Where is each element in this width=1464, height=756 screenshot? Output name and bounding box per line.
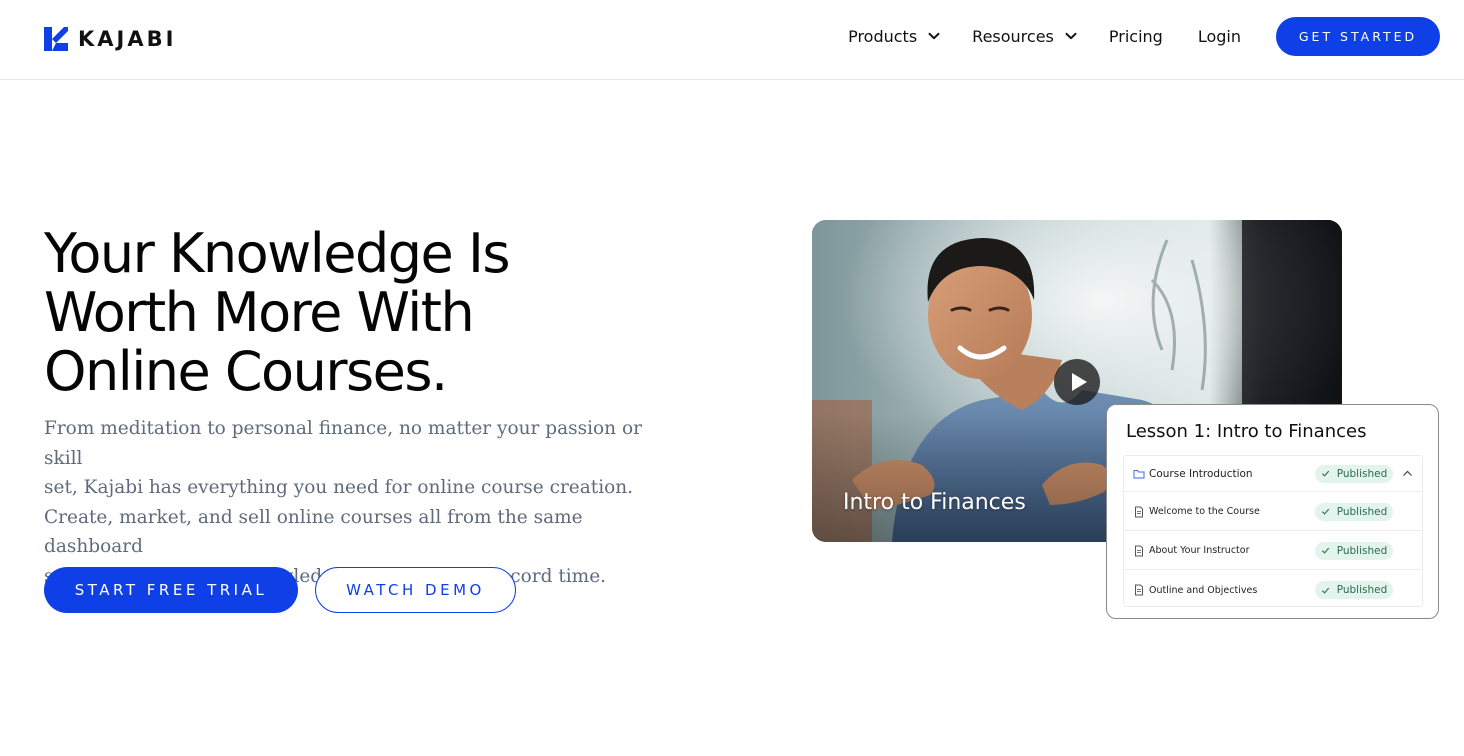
start-free-trial-button[interactable]: START FREE TRIAL [44, 567, 298, 613]
status-badge: Published [1315, 464, 1393, 483]
status-badge-label: Published [1336, 544, 1388, 557]
hero-title: Your Knowledge Is Worth More With Online… [44, 224, 604, 401]
hero-subtitle-line: Create, market, and sell online courses … [44, 506, 583, 558]
top-navigation: KAJABI Products Resources Pricing Login … [0, 0, 1464, 80]
lesson-row-label: Welcome to the Course [1149, 506, 1260, 517]
status-badge: Published [1315, 541, 1393, 560]
nav-item-resources-label: Resources [972, 26, 1054, 46]
lesson-row-welcome[interactable]: Welcome to the Course Published [1124, 493, 1422, 531]
nav-item-resources[interactable]: Resources [972, 27, 1077, 46]
check-icon [1321, 470, 1329, 477]
hero-subtitle-line: set, Kajabi has everything you need for … [44, 477, 634, 498]
lesson-row-course-introduction[interactable]: Course Introduction Published [1124, 456, 1422, 492]
check-icon [1321, 587, 1329, 594]
chevron-down-icon [1065, 32, 1077, 40]
status-badge: Published [1315, 502, 1393, 521]
check-icon [1321, 547, 1329, 554]
hero-subtitle: From meditation to personal finance, no … [44, 414, 684, 591]
status-badge-label: Published [1336, 467, 1388, 480]
lesson-row-outline[interactable]: Outline and Objectives Published [1124, 571, 1422, 609]
nav-menu: Products Resources Pricing Login GET STA… [848, 0, 1440, 72]
lesson-row-label: Outline and Objectives [1149, 584, 1258, 596]
watch-demo-button[interactable]: WATCH DEMO [315, 567, 516, 613]
hero-title-line: Worth More With [44, 281, 475, 344]
status-badge-label: Published [1336, 584, 1388, 596]
lesson-panel: Lesson 1: Intro to Finances Course Intro… [1106, 404, 1439, 619]
lesson-list: Course Introduction Published Welcome to… [1123, 455, 1423, 607]
status-badge-label: Published [1336, 505, 1388, 518]
document-icon [1135, 506, 1143, 517]
kajabi-logo-mark-icon [44, 27, 68, 51]
chevron-up-icon[interactable] [1402, 468, 1413, 479]
play-icon [1072, 373, 1087, 391]
hero-title-line: Your Knowledge Is [44, 222, 511, 285]
chevron-down-icon [928, 32, 940, 40]
lesson-title: Lesson 1: Intro to Finances [1126, 421, 1367, 442]
lesson-row-label: About Your Instructor [1149, 545, 1250, 556]
nav-item-login[interactable]: Login [1198, 27, 1241, 46]
document-icon [1135, 584, 1143, 596]
kajabi-logo[interactable]: KAJABI [44, 26, 176, 52]
status-badge: Published [1315, 581, 1393, 599]
logo-wordmark: KAJABI [78, 27, 177, 51]
lesson-row-label: Course Introduction [1149, 467, 1253, 480]
video-title: Intro to Finances [843, 490, 1026, 515]
nav-item-pricing[interactable]: Pricing [1109, 27, 1163, 46]
hero-title-line: Online Courses. [44, 340, 448, 403]
document-icon [1135, 545, 1143, 556]
hero-subtitle-line: From meditation to personal finance, no … [44, 418, 642, 469]
play-button[interactable] [1054, 359, 1100, 405]
get-started-button[interactable]: GET STARTED [1276, 16, 1440, 56]
check-icon [1321, 508, 1329, 515]
hero-cta-group: START FREE TRIAL WATCH DEMO [44, 567, 516, 613]
folder-icon [1133, 469, 1145, 478]
lesson-row-about-instructor[interactable]: About Your Instructor Published [1124, 532, 1422, 570]
nav-item-products[interactable]: Products [848, 27, 940, 46]
nav-item-products-label: Products [848, 26, 918, 46]
